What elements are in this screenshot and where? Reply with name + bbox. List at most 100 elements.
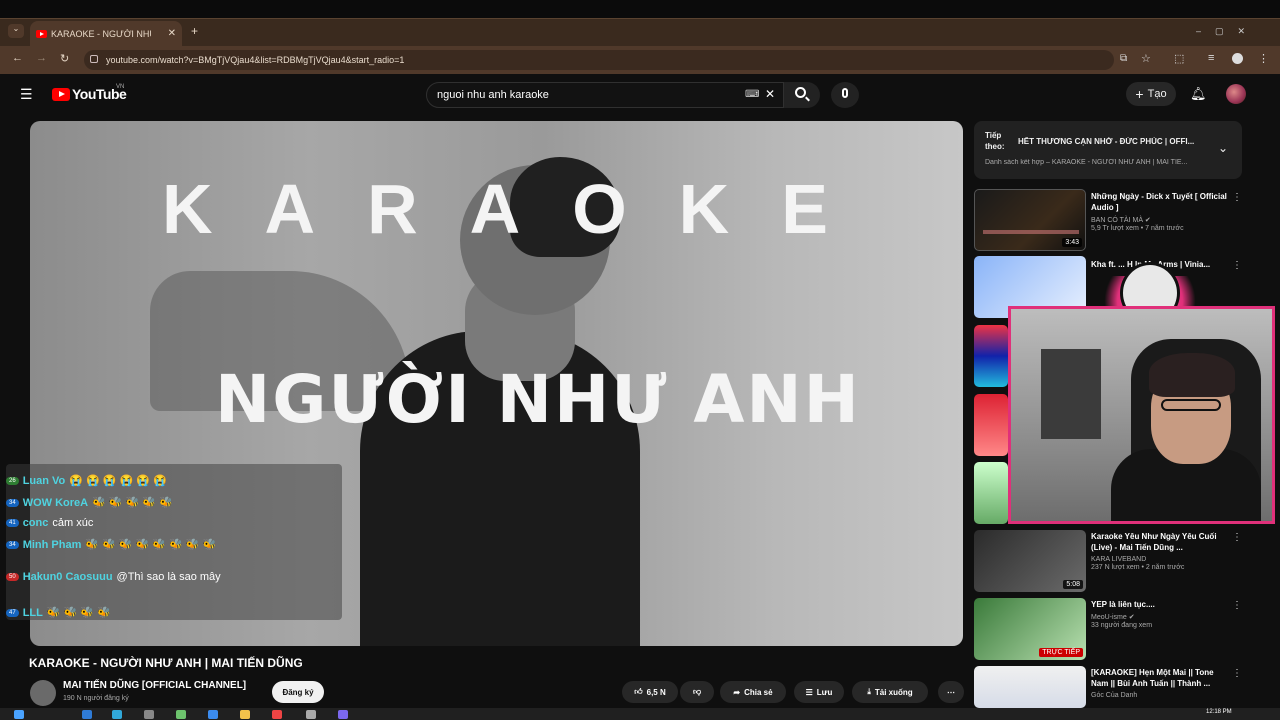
profile-icon[interactable] xyxy=(1232,53,1243,64)
cam-glasses xyxy=(1161,399,1221,411)
menu-kebab-icon[interactable]: ⋮ xyxy=(1258,52,1269,65)
chat-text: 🐝 🐝 🐝 🐝 xyxy=(46,607,111,619)
guide-menu-icon[interactable]: ☰ xyxy=(20,86,33,103)
more-actions-button[interactable]: ⋯ xyxy=(938,681,964,703)
rec-menu-icon[interactable]: ⋮ xyxy=(1232,668,1242,679)
new-tab-button[interactable]: + xyxy=(191,24,198,38)
subscribe-button[interactable]: Đăng ký xyxy=(272,681,324,703)
account-avatar[interactable] xyxy=(1226,84,1246,104)
rec-views: 33 người đang xem xyxy=(1091,622,1153,629)
taskbar-app-icon[interactable] xyxy=(240,710,250,719)
rec-meta-1[interactable]: Những Ngày - Dick x Tuyết [ Official Aud… xyxy=(1091,191,1231,232)
taskbar-app-icon[interactable] xyxy=(144,710,154,719)
taskbar-app-icon[interactable] xyxy=(208,710,218,719)
media-icon[interactable]: ≡ xyxy=(1208,52,1214,64)
like-count: 6,5 N xyxy=(646,687,666,697)
site-info-icon[interactable] xyxy=(90,55,98,63)
rec-meta-8[interactable]: [KARAOKE] Hẹn Một Mai || Tone Nam || Bùi… xyxy=(1091,667,1231,699)
tab-close-icon[interactable]: ✕ xyxy=(168,28,176,39)
rec-thumb-6[interactable]: 5:08 xyxy=(974,530,1086,592)
like-button[interactable]: 👍︎ 6,5 N xyxy=(622,681,678,703)
rec-thumb-5[interactable] xyxy=(974,462,1008,524)
youtube-logo-icon[interactable] xyxy=(52,88,70,101)
chat-message: 41 conc cảm xúc xyxy=(6,517,93,529)
rec-thumb-4[interactable] xyxy=(974,394,1008,456)
subscriber-count: 190 N người đăng ký xyxy=(63,695,129,702)
bookmark-star-icon[interactable]: ☆ xyxy=(1141,52,1151,65)
taskbar-clock: 12:18 PM xyxy=(1206,709,1232,715)
tab-search-button[interactable]: ⌄ xyxy=(8,24,24,38)
rec-menu-icon[interactable]: ⋮ xyxy=(1232,260,1242,271)
duration-badge: 3:43 xyxy=(1062,238,1082,247)
song-overlay-title: NGƯỜI NHƯ ANH xyxy=(215,361,861,438)
taskbar-app-icon[interactable] xyxy=(272,710,282,719)
download-icon: ⤓ xyxy=(867,687,871,696)
keyboard-icon[interactable]: ⌨ xyxy=(745,89,759,100)
taskbar-app-icon[interactable] xyxy=(306,710,316,719)
window-controls[interactable]: –▢✕ xyxy=(1196,26,1259,37)
taskbar-app-icon[interactable] xyxy=(338,710,348,719)
chat-level-badge: 50 xyxy=(6,573,19,581)
plus-icon: + xyxy=(1135,86,1144,102)
search-icon xyxy=(795,87,806,98)
share-label: Chia sẻ xyxy=(744,687,773,697)
rec-views: 5,9 Tr lượt xem • 7 năm trước xyxy=(1091,225,1184,232)
rec-meta-6[interactable]: Karaoke Yêu Như Ngày Yêu Cuối (Live) - M… xyxy=(1091,531,1231,571)
install-icon[interactable]: ⧉ xyxy=(1120,53,1127,64)
notifications-bell-icon[interactable]: 🔔︎ xyxy=(1190,86,1207,102)
youtube-favicon-icon xyxy=(36,29,47,38)
extensions-icon[interactable]: ⬚ xyxy=(1174,52,1184,65)
rec-menu-icon[interactable]: ⋮ xyxy=(1232,192,1242,203)
download-button[interactable]: ⤓ Tải xuống xyxy=(852,681,928,703)
up-next-label: Tiếp theo: xyxy=(985,131,1005,151)
rec-meta-7[interactable]: YEP là liên tục.... MeoU-isme ✔ 33 người… xyxy=(1091,599,1231,629)
reload-button[interactable]: ↻ xyxy=(60,52,69,65)
channel-avatar[interactable] xyxy=(30,680,56,706)
back-button[interactable]: ← xyxy=(12,52,23,64)
rec-thumb-3[interactable] xyxy=(974,325,1008,387)
taskbar-app-icon[interactable] xyxy=(82,710,92,719)
tab-youtube[interactable]: KARAOKE - NGƯỜI NHƯ A... ✕ xyxy=(30,21,182,46)
rec-menu-icon[interactable]: ⋮ xyxy=(1232,532,1242,543)
url-text: youtube.com/watch?v=BMgTjVQjau4&list=RDB… xyxy=(106,55,405,65)
chevron-down-icon[interactable]: ⌄ xyxy=(1218,141,1228,155)
taskbar-app-icon[interactable] xyxy=(176,710,186,719)
chat-level-badge: 41 xyxy=(6,519,19,527)
channel-name[interactable]: MAI TIẾN DŨNG [OFFICIAL CHANNEL] xyxy=(63,680,246,691)
dislike-button[interactable]: 👎︎ xyxy=(680,681,714,703)
rec-thumb-1[interactable]: 3:43 xyxy=(974,189,1086,251)
rec-menu-icon[interactable]: ⋮ xyxy=(1232,600,1242,611)
webcam-overlay xyxy=(1008,306,1275,524)
chat-message: 26 Luan Vo 😭 😭 😭 😭 😭 😭 xyxy=(6,474,167,487)
share-button[interactable]: ➦ Chia sẻ xyxy=(720,681,786,703)
rec-thumb-7[interactable]: TRỰC TIẾP xyxy=(974,598,1086,660)
clear-search-icon[interactable]: ✕ xyxy=(765,87,775,101)
search-button[interactable] xyxy=(784,82,820,108)
create-button[interactable]: + Tạo xyxy=(1126,82,1176,106)
rec-channel: Góc Của Danh xyxy=(1091,692,1138,699)
chat-username: conc xyxy=(22,517,49,529)
search-value: nguoi nhu anh karaoke xyxy=(437,89,549,101)
thumbs-up-icon: 👍︎ xyxy=(634,687,643,696)
up-next-panel[interactable]: Tiếp theo: HẾT THƯƠNG CẠN NHỚ - ĐỨC PHÚC… xyxy=(974,121,1242,179)
karaoke-letters: KARAOKE xyxy=(162,170,880,248)
thumb-lights xyxy=(983,230,1079,234)
forward-button[interactable]: → xyxy=(36,52,47,64)
cam-hair xyxy=(1149,353,1235,397)
save-button[interactable]: ☰ Lưu xyxy=(794,681,844,703)
search-input[interactable]: nguoi nhu anh karaoke ⌨ ✕ xyxy=(426,82,784,108)
rec-thumb-8[interactable] xyxy=(974,666,1086,708)
search-icon-handle xyxy=(805,96,810,102)
chat-username: LLL xyxy=(22,606,43,619)
save-label: Lưu xyxy=(816,687,833,697)
mic-icon xyxy=(842,88,848,98)
thumbs-down-icon: 👎︎ xyxy=(692,687,702,696)
video-title: KARAOKE - NGƯỜI NHƯ ANH | MAI TIẾN DŨNG xyxy=(29,656,303,670)
chat-level-badge: 47 xyxy=(6,608,19,617)
voice-search-button[interactable] xyxy=(831,82,859,108)
tab-title: KARAOKE - NGƯỜI NHƯ A... xyxy=(51,28,151,39)
taskbar-app-icon[interactable] xyxy=(112,710,122,719)
chat-message: 50 Hakun0 Caosuuu @Thì sao là sao mây xyxy=(6,571,221,583)
address-bar[interactable]: youtube.com/watch?v=BMgTjVQjau4&list=RDB… xyxy=(84,50,1114,70)
start-icon[interactable] xyxy=(14,710,24,719)
